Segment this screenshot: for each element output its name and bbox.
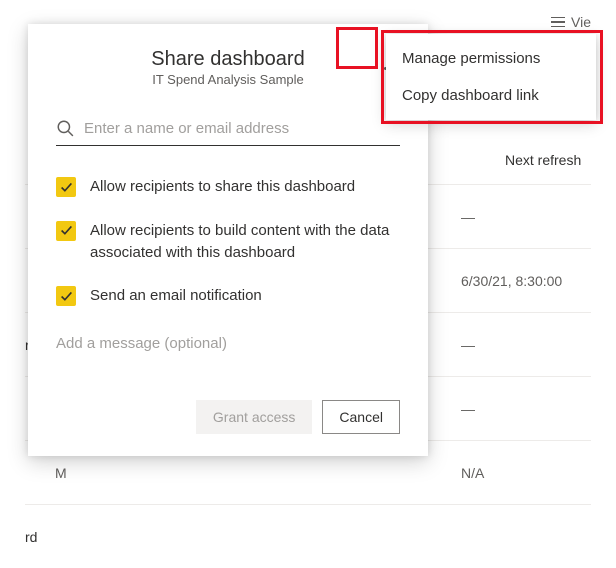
message-input[interactable] <box>56 335 400 352</box>
panel-subtitle: IT Spend Analysis Sample <box>56 72 400 87</box>
search-icon <box>56 119 74 137</box>
checkmark-icon <box>60 290 73 303</box>
table-row[interactable]: rd <box>25 504 591 568</box>
more-options-menu: Manage permissions Copy dashboard link <box>386 34 596 120</box>
allow-share-label[interactable]: Allow recipients to share this dashboard <box>90 176 355 198</box>
allow-build-checkbox[interactable] <box>56 221 76 241</box>
panel-title: Share dashboard <box>56 48 400 71</box>
manage-permissions-item[interactable]: Manage permissions <box>386 40 596 77</box>
cancel-button[interactable]: Cancel <box>322 400 400 434</box>
view-link-fragment[interactable]: Vie <box>571 14 591 30</box>
checkmark-icon <box>60 181 73 194</box>
copy-dashboard-link-item[interactable]: Copy dashboard link <box>386 77 596 114</box>
allow-build-label[interactable]: Allow recipients to build content with t… <box>90 220 400 264</box>
allow-share-checkbox[interactable] <box>56 177 76 197</box>
grant-access-button[interactable]: Grant access <box>196 400 312 434</box>
send-email-label[interactable]: Send an email notification <box>90 285 262 307</box>
recipient-input[interactable] <box>84 120 400 137</box>
hamburger-icon <box>551 17 565 28</box>
checkmark-icon <box>60 224 73 237</box>
share-dashboard-panel: Share dashboard IT Spend Analysis Sample… <box>28 24 428 456</box>
send-email-checkbox[interactable] <box>56 286 76 306</box>
